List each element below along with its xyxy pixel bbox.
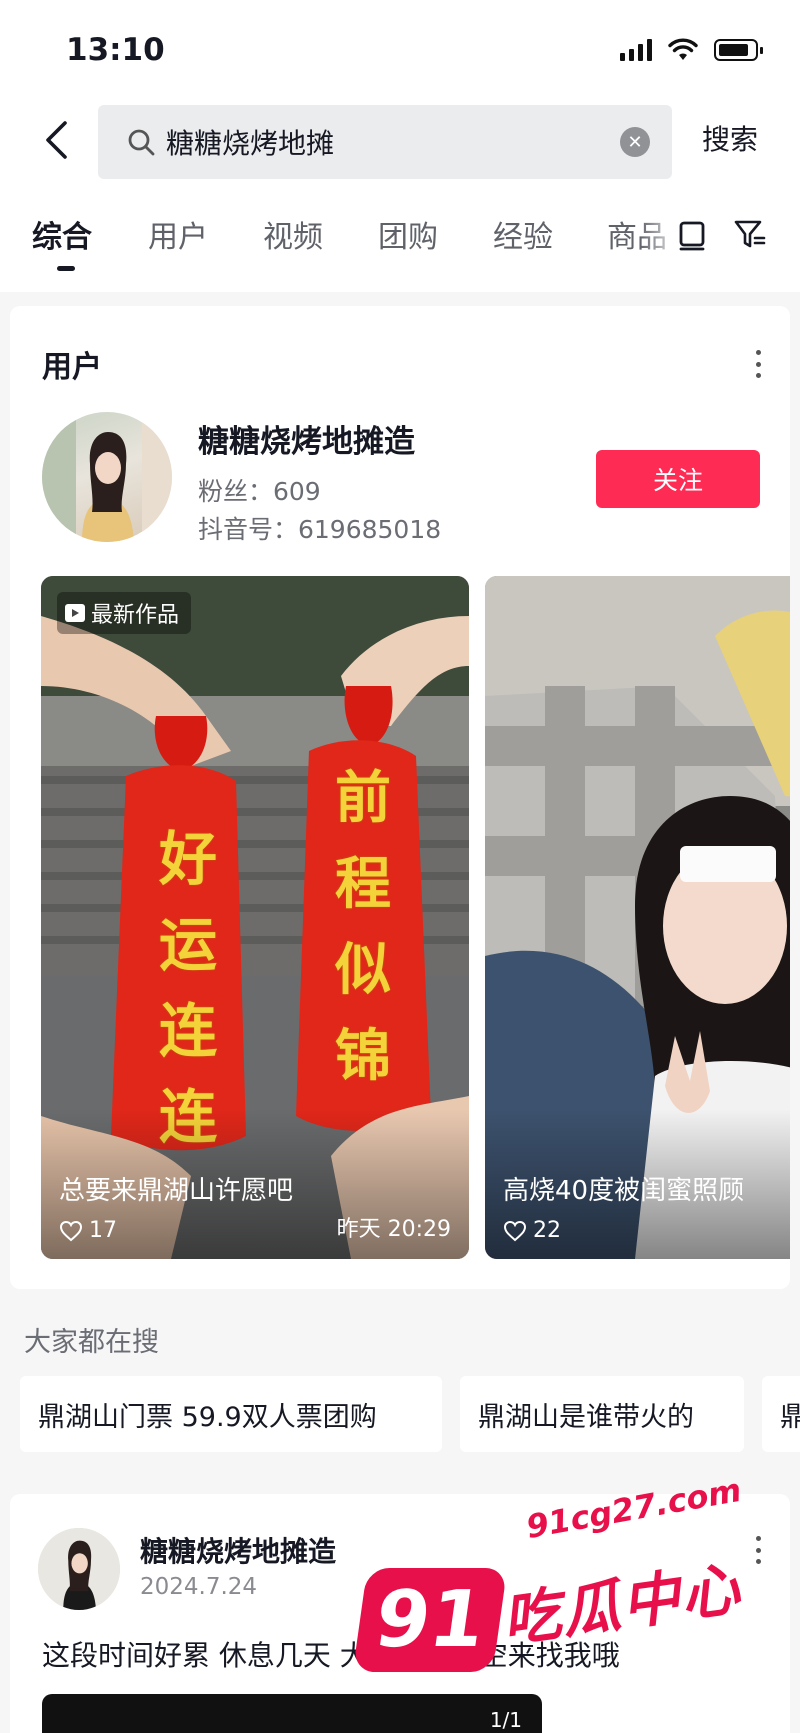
like-count: 22 bbox=[533, 1218, 561, 1243]
tab-group-buy[interactable]: 团购 bbox=[378, 212, 438, 256]
avatar[interactable] bbox=[42, 412, 172, 542]
hot-searches-row: 鼎湖山门票 59.9双人票团购 鼎湖山是谁带火的 鼎 bbox=[20, 1376, 800, 1452]
tab-comprehensive[interactable]: 综合 bbox=[32, 212, 92, 256]
user-name[interactable]: 糖糖烧烤地摊造 bbox=[198, 416, 415, 461]
hot-search-chip[interactable]: 鼎湖山是谁带火的 bbox=[460, 1376, 744, 1452]
battery-level bbox=[719, 44, 748, 56]
work-card[interactable]: 好运连连 前程似锦 最新作品 总要来鼎湖山许愿吧 17 昨天 20:29 bbox=[41, 576, 469, 1259]
user-section-card: 用户 糖糖烧烤地摊造 粉丝：609 抖音号：619685018 关注 好运连 前… bbox=[10, 306, 790, 1289]
latest-work-badge: 最新作品 bbox=[57, 592, 192, 634]
hot-searches-title: 大家都在搜 bbox=[24, 1327, 159, 1358]
search-icon bbox=[124, 125, 158, 159]
section-title: 用户 bbox=[42, 350, 102, 385]
filter-icon[interactable] bbox=[732, 214, 768, 254]
post-date: 2024.7.24 bbox=[140, 1574, 258, 1600]
active-tab-indicator bbox=[57, 266, 75, 271]
search-button[interactable]: 搜索 bbox=[702, 118, 758, 158]
work-likes: 22 bbox=[503, 1218, 561, 1243]
search-query-text: 糖糖烧烤地摊 bbox=[166, 127, 335, 160]
like-count: 17 bbox=[89, 1218, 117, 1243]
search-tabs: 综合 用户 视频 团购 经验 商品 bbox=[0, 192, 800, 292]
layout-toggle-icon[interactable] bbox=[674, 214, 710, 254]
tab-videos[interactable]: 视频 bbox=[263, 212, 323, 256]
user-douyin-id: 抖音号：619685018 bbox=[198, 515, 442, 544]
banner-text-right: 前程似锦 bbox=[335, 766, 391, 1089]
more-options-icon[interactable] bbox=[748, 344, 768, 384]
user-fans-count: 粉丝：609 bbox=[198, 477, 321, 506]
hot-search-chip[interactable]: 鼎 bbox=[762, 1376, 800, 1452]
post-author-name[interactable]: 糖糖烧烤地摊造 bbox=[140, 1530, 336, 1570]
hot-search-chip[interactable]: 鼎湖山门票 59.9双人票团购 bbox=[20, 1376, 442, 1452]
heart-icon bbox=[59, 1220, 83, 1241]
chevron-left-icon bbox=[46, 121, 67, 159]
work-caption: 总要来鼎湖山许愿吧 bbox=[59, 1176, 294, 1206]
follow-button[interactable]: 关注 bbox=[596, 450, 760, 508]
post-media[interactable]: 1/1 bbox=[42, 1694, 542, 1733]
post-author-avatar[interactable] bbox=[38, 1528, 120, 1610]
work-time: 昨天 20:29 bbox=[336, 1217, 451, 1242]
cellular-signal-icon bbox=[620, 39, 652, 61]
status-time: 13:10 bbox=[66, 32, 165, 68]
status-icons bbox=[620, 38, 763, 62]
tab-users[interactable]: 用户 bbox=[148, 212, 208, 256]
tab-experience[interactable]: 经验 bbox=[493, 212, 553, 256]
works-carousel: 好运连连 前程似锦 最新作品 总要来鼎湖山许愿吧 17 昨天 20:29 bbox=[41, 576, 790, 1259]
heart-icon bbox=[503, 1220, 527, 1241]
post-text: 这段时间好累 休息几天 大家不要跑空来找我哦 bbox=[42, 1639, 620, 1672]
work-card[interactable]: 高烧40度被闺蜜照顾 22 bbox=[485, 576, 790, 1259]
back-button[interactable] bbox=[34, 116, 78, 164]
battery-icon bbox=[714, 39, 763, 61]
post-card: 糖糖烧烤地摊造 2024.7.24 这段时间好累 休息几天 大家不要跑空来找我哦… bbox=[10, 1494, 790, 1733]
work-likes: 17 bbox=[59, 1218, 117, 1243]
search-header: 糖糖烧烤地摊 ✕ 搜索 bbox=[0, 96, 800, 192]
more-options-icon[interactable] bbox=[748, 1530, 768, 1570]
media-pager: 1/1 bbox=[489, 1708, 522, 1732]
video-icon bbox=[65, 604, 85, 622]
search-input[interactable]: 糖糖烧烤地摊 ✕ bbox=[98, 105, 672, 179]
clear-icon[interactable]: ✕ bbox=[620, 127, 650, 157]
badge-label: 最新作品 bbox=[91, 603, 180, 628]
wifi-icon bbox=[668, 38, 698, 60]
work-caption: 高烧40度被闺蜜照顾 bbox=[503, 1176, 745, 1206]
status-bar: 13:10 bbox=[0, 0, 800, 96]
